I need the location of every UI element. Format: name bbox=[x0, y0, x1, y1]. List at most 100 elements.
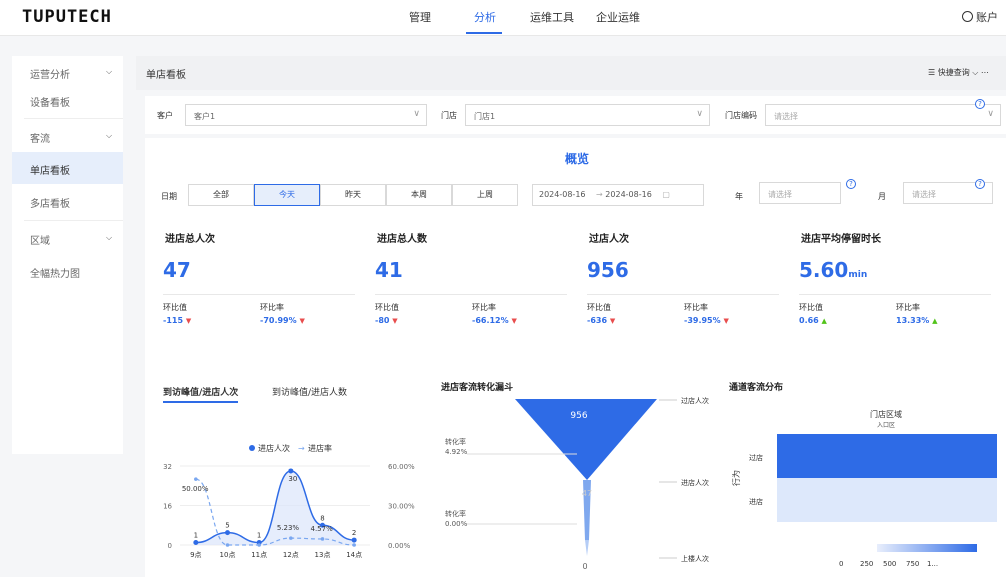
store-label: 门店 bbox=[441, 111, 457, 120]
count-point bbox=[288, 468, 294, 474]
up-arrow-icon: ▲ bbox=[821, 317, 827, 325]
conversion-label: 转化率 bbox=[445, 509, 466, 518]
year-label: 年 bbox=[735, 192, 743, 201]
range-yesterday[interactable]: 昨天 bbox=[320, 184, 386, 206]
funnel-stage-label: 上楼人次 bbox=[681, 554, 709, 563]
funnel-title: 进店客流转化漏斗 bbox=[441, 383, 514, 393]
nav-enterprise-ops[interactable]: 企业运维 bbox=[596, 9, 640, 25]
user-icon bbox=[962, 11, 973, 22]
metric-rate-label: 环比率 bbox=[684, 303, 708, 312]
divider bbox=[163, 294, 355, 295]
tab-visits-peak-count[interactable]: 到访峰值/进店人次 bbox=[163, 385, 239, 403]
tab-visits-peak-people[interactable]: 到访峰值/进店人数 bbox=[272, 385, 347, 398]
chevron-down-icon: ∨ bbox=[987, 109, 994, 119]
y-axis-title: 行为 bbox=[731, 470, 741, 486]
metric-value: 956 bbox=[587, 258, 629, 282]
metric-rate-value: -39.95% ▼ bbox=[684, 316, 729, 325]
rate-data-label: 4.57% bbox=[311, 525, 334, 533]
count-point bbox=[193, 540, 199, 546]
help-icon[interactable]: ? bbox=[975, 179, 985, 189]
rate-data-label: 5.23% bbox=[277, 524, 300, 532]
date-range-picker[interactable]: 2024-08-16 → 2024-08-16 ▢ bbox=[532, 184, 704, 206]
count-data-label: 5 bbox=[225, 522, 229, 530]
heatmap-cell bbox=[777, 478, 997, 522]
quick-search-label: 快捷查询 bbox=[937, 68, 970, 77]
range-last-week[interactable]: 上周 bbox=[452, 184, 518, 206]
conversion-rate: 0.00% bbox=[445, 520, 468, 528]
page-title: 单店看板 bbox=[146, 70, 186, 81]
end-date: 2024-08-16 bbox=[605, 190, 652, 199]
customer-value: 客户1 bbox=[194, 112, 216, 121]
sidebar-group-operations[interactable]: 运营分析 bbox=[30, 66, 70, 81]
sliders-icon: ☰ bbox=[928, 68, 938, 77]
count-data-label: 1 bbox=[257, 532, 261, 540]
chevron-down-icon[interactable]: ⌵ bbox=[106, 67, 112, 77]
divider bbox=[24, 220, 123, 221]
divider bbox=[799, 294, 991, 295]
store-select[interactable]: 门店1 ∨ bbox=[465, 104, 710, 126]
count-data-label: 8 bbox=[320, 514, 324, 522]
range-all[interactable]: 全部 bbox=[188, 184, 254, 206]
store-code-placeholder: 请选择 bbox=[774, 112, 798, 121]
overview-title: 概览 bbox=[565, 152, 590, 166]
funnel-stage-label: 进店人次 bbox=[681, 478, 709, 487]
chevron-down-icon: ∨ bbox=[413, 109, 420, 119]
row-label: 过店 bbox=[749, 453, 763, 462]
sidebar-item-device[interactable]: 设备看板 bbox=[30, 94, 70, 109]
sidebar-item-heatmap[interactable]: 全幅热力图 bbox=[30, 265, 80, 280]
sidebar-item-single-store[interactable]: 单店看板 bbox=[30, 162, 70, 177]
range-this-week[interactable]: 本周 bbox=[386, 184, 452, 206]
y-right-tick-label: 0.00% bbox=[388, 542, 411, 550]
nav-manage[interactable]: 管理 bbox=[409, 9, 431, 25]
account-menu[interactable]: 账户 bbox=[962, 9, 998, 25]
metric-change-label: 环比值 bbox=[799, 303, 823, 312]
legend-label: 进店人次 bbox=[258, 443, 290, 453]
x-tick-label: 13点 bbox=[315, 551, 331, 559]
rate-point bbox=[225, 543, 230, 547]
nav-analysis[interactable]: 分析 bbox=[474, 9, 496, 25]
y-left-tick-label: 0 bbox=[168, 542, 172, 550]
down-arrow-icon: ▼ bbox=[392, 317, 398, 325]
metric-title: 进店总人次 bbox=[165, 234, 215, 245]
metric-change-value: -636 ▼ bbox=[587, 316, 616, 325]
store-value: 门店1 bbox=[474, 112, 496, 121]
sidebar-group-traffic[interactable]: 客流 bbox=[30, 130, 50, 145]
x-tick-label: 14点 bbox=[346, 551, 362, 559]
count-data-label: 2 bbox=[352, 529, 356, 537]
calendar-icon: ▢ bbox=[662, 190, 670, 199]
metric-change-label: 环比值 bbox=[375, 303, 399, 312]
x-tick-label: 12点 bbox=[283, 551, 299, 559]
down-arrow-icon: ▼ bbox=[511, 317, 517, 325]
scale-tick-label: 750 bbox=[906, 560, 919, 568]
rate-point bbox=[257, 543, 261, 547]
divider bbox=[375, 294, 567, 295]
range-today[interactable]: 今天 bbox=[254, 184, 320, 206]
sidebar-item-multi-store[interactable]: 多店看板 bbox=[30, 195, 70, 210]
funnel-value: 956 bbox=[570, 411, 587, 421]
scale-tick-label: 1... bbox=[927, 560, 938, 568]
customer-select[interactable]: 客户1 ∨ bbox=[185, 104, 427, 126]
y-right-tick-label: 30.00% bbox=[388, 503, 415, 511]
y-left-tick-label: 16 bbox=[163, 503, 172, 511]
funnel-stage-label: 过店人次 bbox=[681, 396, 709, 405]
column-subtitle: 入口区 bbox=[877, 422, 895, 429]
store-code-select[interactable]: 请选择 ∨ bbox=[765, 104, 1001, 126]
channel-title: 通道客流分布 bbox=[729, 383, 784, 393]
chevron-down-icon[interactable]: ⌵ bbox=[106, 233, 112, 243]
quick-search-button[interactable]: ☰ 快捷查询 ⌵ ⋯ bbox=[928, 67, 989, 78]
metric-value: 47 bbox=[163, 258, 191, 282]
customer-label: 客户 bbox=[157, 111, 173, 120]
nav-active-indicator bbox=[466, 32, 502, 34]
channel-chart: 门店区域入口区过店进店 行为 0 250 500 750 1... bbox=[731, 409, 997, 568]
funnel-value: 0 bbox=[582, 562, 587, 571]
chevron-down-icon[interactable]: ⌵ bbox=[106, 131, 112, 141]
x-tick-label: 11点 bbox=[251, 551, 267, 559]
year-select[interactable]: 请选择 bbox=[759, 182, 841, 204]
help-icon[interactable]: ? bbox=[975, 99, 985, 109]
divider bbox=[587, 294, 779, 295]
down-arrow-icon: ▼ bbox=[609, 317, 616, 325]
sidebar-group-region[interactable]: 区域 bbox=[30, 232, 50, 247]
nav-ops-tools[interactable]: 运维工具 bbox=[530, 9, 574, 25]
help-icon[interactable]: ? bbox=[846, 179, 856, 189]
scale-tick-label: 500 bbox=[883, 560, 896, 568]
